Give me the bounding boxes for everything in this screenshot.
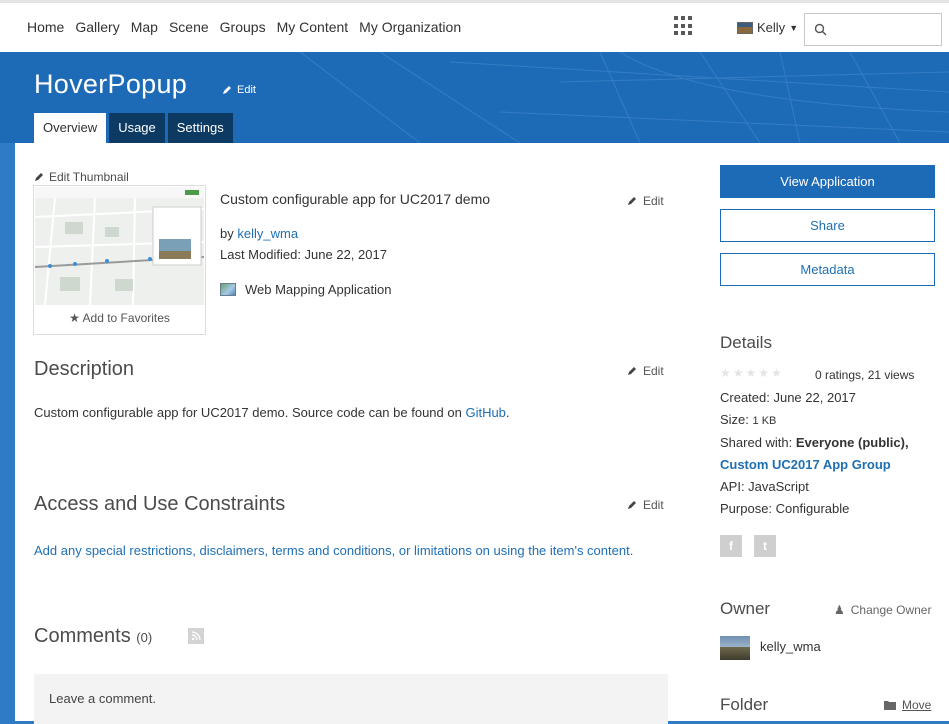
description-text: Custom configurable app for UC2017 demo.… — [34, 405, 510, 420]
tab-settings[interactable]: Settings — [167, 113, 233, 143]
description-edit-label: Edit — [643, 364, 664, 378]
tab-usage[interactable]: Usage — [109, 113, 165, 143]
item-tabs: Overview Usage Settings — [34, 113, 233, 143]
summary-edit-label: Edit — [643, 194, 664, 208]
search-input[interactable] — [804, 13, 942, 46]
description-heading: Description — [34, 358, 135, 380]
page-title: HoverPopup — [34, 69, 188, 99]
view-application-button[interactable]: View Application — [720, 165, 935, 198]
star-icon: ★ — [69, 311, 80, 325]
comments-heading-label: Comments — [34, 625, 131, 647]
group-link[interactable]: Custom UC2017 App Group — [720, 457, 891, 472]
share-button[interactable]: Share — [720, 209, 935, 242]
nav-links: Home Gallery Map Scene Groups My Content… — [27, 19, 461, 35]
nav-scene[interactable]: Scene — [169, 19, 209, 35]
rating-stars[interactable]: ★★★★★ — [720, 366, 784, 380]
user-menu[interactable]: Kelly ▼ — [737, 20, 798, 35]
owner-link[interactable]: kelly_wma — [237, 226, 298, 241]
comments-count: (0) — [136, 630, 153, 645]
folder-icon — [884, 701, 896, 710]
facebook-icon[interactable]: f — [720, 535, 742, 557]
details-heading: Details — [720, 333, 772, 352]
user-thumbnail — [737, 21, 753, 34]
owner-avatar — [720, 636, 750, 660]
thumbnail-card: ★ Add to Favorites — [33, 185, 206, 335]
item-banner: HoverPopup Edit Overview Usage Settings — [0, 52, 949, 143]
edit-thumbnail-link[interactable]: Edit Thumbnail — [34, 170, 129, 184]
app-launcher-icon[interactable] — [674, 16, 694, 36]
add-to-favorites-button[interactable]: ★ Add to Favorites — [34, 311, 205, 325]
item-type-label: Web Mapping Application — [245, 282, 392, 297]
search-icon — [814, 23, 827, 36]
pencil-icon — [223, 86, 231, 94]
nav-map[interactable]: Map — [131, 19, 158, 35]
item-size: Size: 1 KB — [720, 412, 776, 427]
tab-overview[interactable]: Overview — [34, 113, 107, 143]
shared-label: Shared with: — [720, 435, 796, 450]
summary-edit-link[interactable]: Edit — [627, 194, 664, 208]
ratings-views: 0 ratings, 21 views — [815, 368, 915, 382]
shared-value: Everyone (public), — [795, 435, 909, 450]
nav-groups[interactable]: Groups — [220, 19, 266, 35]
description-edit-link[interactable]: Edit — [627, 364, 664, 378]
move-link[interactable]: Move — [884, 698, 931, 712]
thumbnail-image — [35, 187, 204, 305]
created-date: Created: June 22, 2017 — [720, 390, 856, 405]
metadata-button[interactable]: Metadata — [720, 253, 935, 286]
pencil-icon — [628, 197, 636, 205]
purpose-info: Purpose: Configurable — [720, 501, 850, 516]
folder-heading: Folder — [720, 695, 769, 714]
item-byline: by kelly_wma — [220, 226, 298, 241]
comment-input[interactable]: Leave a comment. — [34, 674, 668, 724]
constraints-heading: Access and Use Constraints — [34, 493, 286, 515]
item-summary: Custom configurable app for UC2017 demo — [220, 191, 491, 207]
owner-heading: Owner — [720, 599, 771, 618]
edit-thumbnail-label: Edit Thumbnail — [49, 170, 129, 184]
shared-with: Shared with: Everyone (public), — [720, 435, 909, 450]
twitter-icon[interactable]: t — [754, 535, 776, 557]
pencil-icon — [628, 501, 636, 509]
owner-name[interactable]: kelly_wma — [760, 639, 821, 654]
constraints-edit-link[interactable]: Edit — [627, 498, 664, 512]
title-edit-label: Edit — [237, 84, 256, 96]
description-body: Custom configurable app for UC2017 demo.… — [34, 405, 462, 420]
move-label: Move — [902, 698, 932, 712]
constraints-edit-label: Edit — [643, 498, 664, 512]
user-name: Kelly — [757, 20, 786, 35]
github-link[interactable]: GitHub — [465, 405, 505, 420]
api-info: API: JavaScript — [720, 479, 809, 494]
caret-down-icon: ▼ — [789, 22, 799, 33]
add-to-favorites-label: Add to Favorites — [82, 311, 170, 325]
last-modified: Last Modified: June 22, 2017 — [220, 247, 387, 262]
size-label: Size: — [720, 412, 753, 427]
rss-icon[interactable] — [188, 628, 204, 644]
nav-my-content[interactable]: My Content — [277, 19, 349, 35]
constraints-text[interactable]: Add any special restrictions, disclaimer… — [34, 540, 644, 561]
title-edit-link[interactable]: Edit — [222, 84, 256, 96]
nav-my-organization[interactable]: My Organization — [359, 19, 461, 35]
thumbnail-map-preview — [35, 187, 204, 305]
description-period: . — [505, 405, 510, 420]
comments-heading: Comments (0) — [34, 625, 152, 648]
user-icon: ♟ — [834, 603, 845, 617]
pencil-icon — [628, 367, 636, 375]
change-owner-link[interactable]: ♟ Change Owner — [834, 603, 931, 617]
item-type: Web Mapping Application — [220, 282, 391, 297]
size-value: 1 KB — [752, 415, 777, 427]
pencil-icon — [35, 173, 43, 181]
byline-prefix: by — [220, 226, 234, 241]
nav-gallery[interactable]: Gallery — [75, 19, 119, 35]
nav-home[interactable]: Home — [27, 19, 64, 35]
change-owner-label: Change Owner — [850, 603, 932, 617]
top-navigation: Home Gallery Map Scene Groups My Content… — [0, 0, 949, 52]
web-app-icon — [220, 283, 236, 296]
